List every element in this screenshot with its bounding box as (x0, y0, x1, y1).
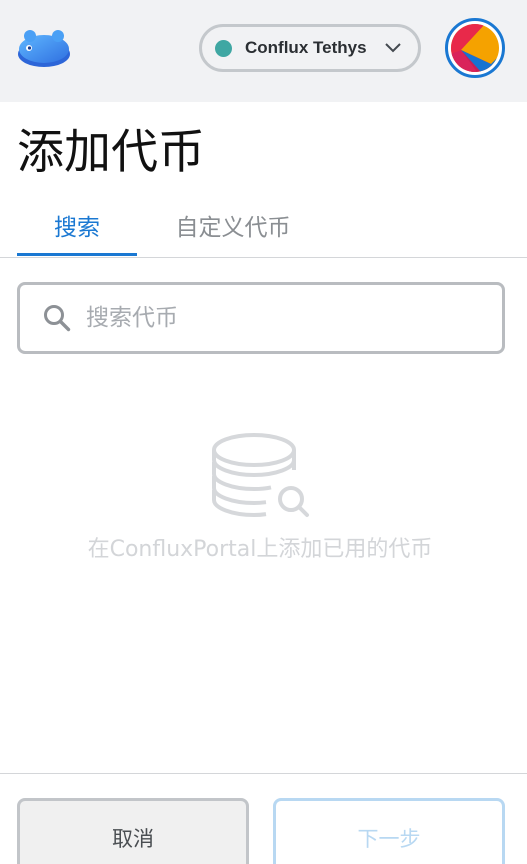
empty-state-message: 在ConfluxPortal上添加已用的代币 (87, 537, 433, 562)
tab-search[interactable]: 搜索 (17, 200, 137, 256)
page-title: 添加代币 (17, 125, 205, 180)
coins-search-icon (212, 433, 309, 518)
tabs-divider (0, 257, 527, 258)
network-label: Conflux Tethys (245, 38, 367, 57)
account-menu-button[interactable] (445, 18, 505, 78)
chevron-down-icon (385, 43, 401, 53)
tab-custom-token[interactable]: 自定义代币 (160, 200, 306, 256)
cancel-button[interactable]: 取消 (17, 798, 249, 864)
next-button[interactable]: 下一步 (273, 798, 505, 864)
search-box[interactable] (17, 282, 505, 354)
conflux-portal-logo-icon[interactable] (16, 24, 72, 70)
account-avatar-icon (451, 24, 499, 72)
network-selector[interactable]: Conflux Tethys (199, 24, 421, 72)
search-input[interactable] (86, 299, 486, 337)
footer-divider (0, 773, 527, 774)
active-tab-indicator (17, 253, 137, 256)
tab-bar: 搜索 自定义代币 (0, 200, 527, 258)
app-header: Conflux Tethys (0, 0, 527, 102)
network-status-dot (215, 39, 232, 57)
add-token-page: Conflux Tethys 添加代币 搜索 自定义代币 搜索代币 在Confl… (0, 0, 527, 864)
search-icon (44, 305, 71, 332)
